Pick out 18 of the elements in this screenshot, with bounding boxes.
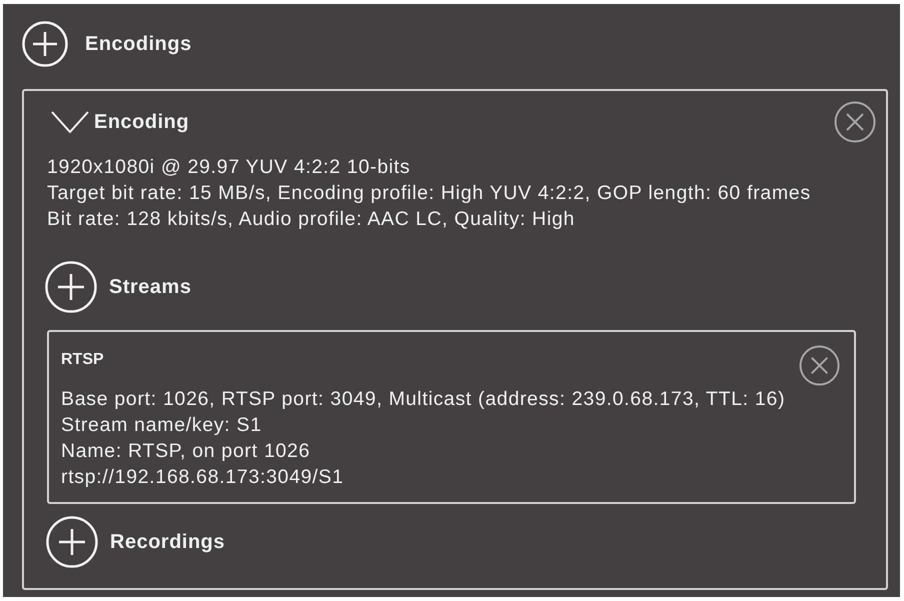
section-heading: Streams bbox=[109, 276, 192, 298]
detail-text: Stream name/key: S1 bbox=[61, 413, 262, 438]
detail-text: Bit rate: 128 kbits/s, Audio profile: AAC LC, Quality: High bbox=[47, 207, 575, 232]
detail-text: Name: RTSP, on port 1026 bbox=[61, 439, 310, 464]
detail-text: rtsp://192.168.68.173:3049/S1 bbox=[61, 465, 344, 490]
detail-text: 1920x1080i @ 29.97 YUV 4:2:2 10-bits bbox=[47, 155, 410, 180]
close-icon[interactable] bbox=[834, 101, 876, 143]
section-heading: Encodings bbox=[85, 32, 192, 56]
add-icon[interactable] bbox=[46, 516, 98, 568]
stream-title: RTSP bbox=[61, 350, 104, 370]
add-icon[interactable] bbox=[22, 21, 68, 67]
chevron-icon[interactable] bbox=[51, 111, 89, 133]
close-icon[interactable] bbox=[799, 345, 840, 386]
detail-text: Target bit rate: 15 MB/s, Encoding profile: High YUV 4:2:2, GOP length: 60 frames bbox=[47, 181, 811, 206]
encoding-title: Encoding bbox=[94, 110, 190, 134]
detail-text: Base port: 1026, RTSP port: 3049, Multicast (address: 239.0.68.173, TTL: 16) bbox=[61, 387, 786, 412]
section-heading: Recordings bbox=[110, 530, 226, 554]
add-icon[interactable] bbox=[45, 261, 97, 313]
